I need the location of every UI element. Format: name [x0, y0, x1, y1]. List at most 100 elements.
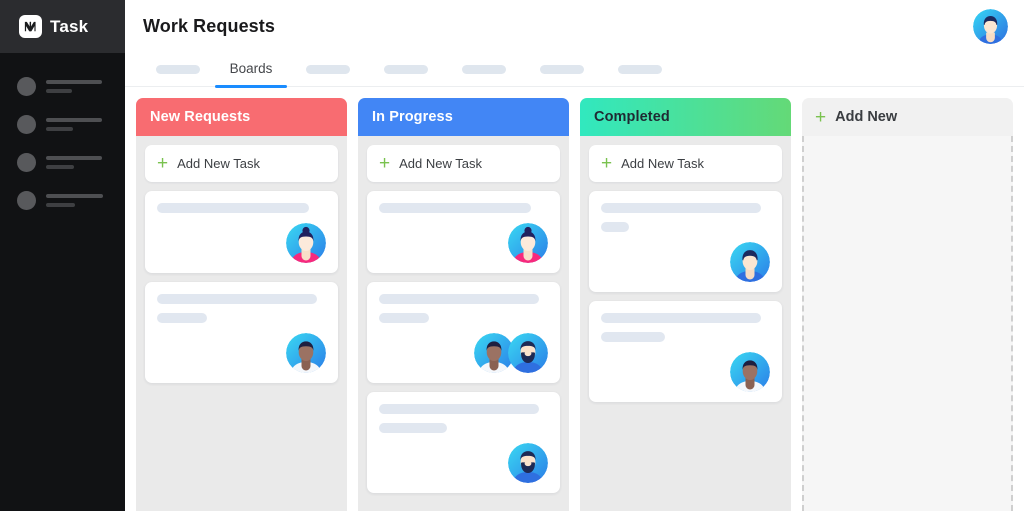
sidebar-item-1-placeholder [46, 79, 102, 93]
assignee-avatar-icon[interactable] [508, 333, 548, 373]
tab-boards-label: Boards [229, 61, 273, 76]
task-card[interactable] [145, 191, 338, 273]
placeholder-line [157, 203, 309, 213]
placeholder-line [601, 203, 761, 213]
add-new-column-label: Add New [835, 109, 898, 125]
tab-bar: Boards [125, 53, 1024, 88]
main-area: Work Requests Boards New Requests + Add … [125, 0, 1024, 511]
tab-placeholder-6[interactable] [601, 53, 679, 87]
tab-pill [384, 65, 428, 74]
task-card[interactable] [367, 191, 560, 273]
placeholder-line [157, 313, 207, 323]
placeholder-line [157, 294, 317, 304]
tab-pill [462, 65, 506, 74]
task-card-assignees [379, 333, 548, 373]
add-new-column-header[interactable]: + Add New [802, 98, 1013, 136]
assignee-avatar-icon[interactable] [286, 333, 326, 373]
task-card[interactable] [589, 191, 782, 292]
placeholder-line [46, 193, 103, 198]
add-new-task-button[interactable]: + Add New Task [145, 145, 338, 182]
tab-pill [306, 65, 350, 74]
kanban-board: New Requests + Add New Task In Progress … [125, 87, 1024, 511]
assignee-avatar-icon[interactable] [508, 223, 548, 263]
user-avatar-icon [973, 9, 1008, 44]
tab-placeholder-1[interactable] [143, 53, 213, 87]
sidebar: Task [0, 0, 125, 511]
sidebar-item-2[interactable] [0, 105, 125, 143]
brand-name: Task [50, 16, 89, 36]
n-logo-icon [19, 15, 42, 38]
tab-placeholder-3[interactable] [367, 53, 445, 87]
plus-icon: + [379, 153, 391, 174]
placeholder-line [379, 294, 539, 304]
plus-icon: + [815, 106, 827, 128]
add-new-task-label: Add New Task [621, 156, 704, 171]
placeholder-line [46, 155, 102, 160]
task-card[interactable] [145, 282, 338, 383]
board-column-in-progress: In Progress + Add New Task [358, 98, 569, 511]
assignee-avatar-icon[interactable] [730, 352, 770, 392]
assignee-avatar-icon[interactable] [508, 443, 548, 483]
avatar[interactable] [973, 9, 1008, 44]
column-body-in-progress: + Add New Task [358, 136, 569, 511]
placeholder-line [46, 164, 74, 169]
placeholder-line [379, 404, 539, 414]
sidebar-item-2-placeholder [46, 117, 102, 131]
placeholder-line [46, 202, 75, 207]
task-card[interactable] [589, 301, 782, 402]
sidebar-nav [0, 53, 125, 219]
column-body-completed: + Add New Task [580, 136, 791, 511]
add-new-task-button[interactable]: + Add New Task [589, 145, 782, 182]
avatar-placeholder-icon [17, 190, 36, 210]
avatar-placeholder-icon [17, 114, 36, 134]
placeholder-line [379, 423, 447, 433]
placeholder-line [601, 222, 629, 232]
column-header-completed: Completed [580, 98, 791, 136]
column-header-new-requests: New Requests [136, 98, 347, 136]
sidebar-item-1[interactable] [0, 67, 125, 105]
assignee-avatar-icon[interactable] [286, 223, 326, 263]
tab-placeholder-2[interactable] [289, 53, 367, 87]
avatar-placeholder-icon [17, 76, 36, 96]
task-card-placeholder-text [379, 203, 548, 213]
plus-icon: + [157, 153, 169, 174]
task-card-placeholder-text [157, 203, 326, 213]
board-column-completed: Completed + Add New Task [580, 98, 791, 511]
placeholder-line [46, 117, 102, 122]
task-card-assignees [157, 223, 326, 263]
tab-active-indicator [215, 84, 287, 88]
task-card-assignees [379, 443, 548, 483]
assignee-avatar-icon[interactable] [730, 242, 770, 282]
task-card-placeholder-text [379, 294, 548, 323]
task-card[interactable] [367, 282, 560, 383]
sidebar-item-4[interactable] [0, 181, 125, 219]
board-column-new-requests: New Requests + Add New Task [136, 98, 347, 511]
placeholder-line [46, 126, 73, 131]
placeholder-line [601, 332, 665, 342]
tab-placeholder-5[interactable] [523, 53, 601, 87]
plus-icon: + [601, 153, 613, 174]
topbar: Work Requests [125, 0, 1024, 53]
column-header-in-progress: In Progress [358, 98, 569, 136]
sidebar-item-3[interactable] [0, 143, 125, 181]
tab-placeholder-4[interactable] [445, 53, 523, 87]
tab-pill [618, 65, 662, 74]
placeholder-line [46, 88, 72, 93]
task-card[interactable] [367, 392, 560, 493]
add-new-task-button[interactable]: + Add New Task [367, 145, 560, 182]
sidebar-item-4-placeholder [46, 193, 103, 207]
sidebar-item-3-placeholder [46, 155, 102, 169]
tab-boards[interactable]: Boards [213, 53, 289, 88]
brand-logo[interactable]: Task [0, 0, 125, 53]
placeholder-line [601, 313, 761, 323]
avatar-placeholder-icon [17, 152, 36, 172]
add-new-column-dropzone[interactable] [802, 136, 1013, 511]
task-card-assignees [601, 242, 770, 282]
column-body-new-requests: + Add New Task [136, 136, 347, 511]
task-card-assignees [379, 223, 548, 263]
placeholder-line [379, 203, 531, 213]
page-title: Work Requests [143, 16, 276, 36]
task-card-placeholder-text [157, 294, 326, 323]
task-card-assignees [601, 352, 770, 392]
board-column-add-new[interactable]: + Add New [802, 98, 1013, 511]
